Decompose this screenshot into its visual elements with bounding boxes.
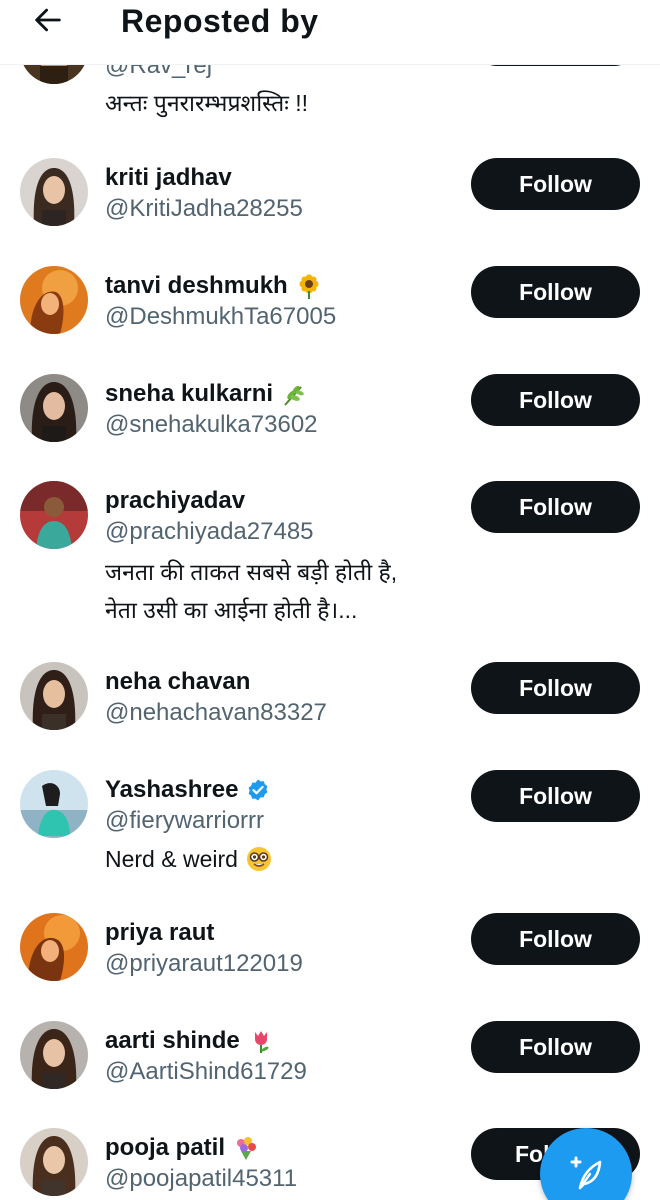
avatar bbox=[20, 770, 88, 838]
compose-feather-icon bbox=[570, 1156, 602, 1190]
user-display-name: Yashashree bbox=[105, 776, 270, 804]
user-bio: अन्तः पुनरारम्भप्रशस्तिः !! bbox=[105, 84, 485, 122]
follow-button[interactable]: Follow bbox=[471, 770, 640, 822]
follow-button[interactable]: Follow bbox=[471, 913, 640, 965]
user-bio: जनता की ताकत सबसे बड़ी होती है, नेता उसी… bbox=[105, 553, 485, 629]
follow-button[interactable]: Follow bbox=[471, 374, 640, 426]
follow-button[interactable]: Follow bbox=[471, 1021, 640, 1073]
avatar bbox=[20, 481, 88, 549]
bio-line: अन्तः पुनरारम्भप्रशस्तिः !! bbox=[105, 90, 309, 116]
avatar bbox=[20, 1021, 88, 1089]
user-handle: @nehachavan83327 bbox=[105, 699, 327, 726]
user-handle: @KritiJadha28255 bbox=[105, 195, 303, 222]
user-display-name: neha chavan bbox=[105, 668, 250, 696]
follow-button[interactable]: Follow bbox=[471, 481, 640, 533]
page-title: Reposted by bbox=[121, 3, 319, 39]
avatar bbox=[20, 158, 88, 226]
user-display-name: sneha kulkarni bbox=[105, 380, 307, 408]
follow-button[interactable]: Follow bbox=[471, 662, 640, 714]
user-bio: Nerd & weird bbox=[105, 840, 485, 878]
avatar bbox=[20, 913, 88, 981]
arrow-left-icon bbox=[35, 8, 61, 32]
verified-badge-icon bbox=[246, 778, 270, 802]
user-handle: @AartiShind61729 bbox=[105, 1058, 307, 1085]
user-name: pooja patil bbox=[105, 1134, 225, 1161]
avatar bbox=[20, 374, 88, 442]
user-display-name: aarti shinde bbox=[105, 1027, 274, 1055]
follow-button[interactable]: Follow bbox=[471, 266, 640, 318]
user-handle: @snehakulka73602 bbox=[105, 411, 318, 438]
user-name: aarti shinde bbox=[105, 1027, 240, 1054]
user-name: Yashashree bbox=[105, 776, 239, 803]
user-handle: @DeshmukhTa67005 bbox=[105, 303, 337, 330]
user-handle: @prachiyada27485 bbox=[105, 518, 314, 545]
tulip-icon bbox=[248, 1028, 274, 1054]
reposted-by-screen: Reposted by @Rav_rej अन्तः पुनरारम्भप्रश… bbox=[0, 0, 660, 1200]
user-name: kriti jadhav bbox=[105, 164, 232, 191]
user-name: tanvi deshmukh bbox=[105, 272, 288, 299]
user-display-name: prachiyadav bbox=[105, 487, 245, 515]
reposters-list: @Rav_rej अन्तः पुनरारम्भप्रशस्तिः !! kri… bbox=[0, 0, 660, 1200]
avatar bbox=[20, 662, 88, 730]
user-name: prachiyadav bbox=[105, 487, 246, 514]
user-display-name: priya raut bbox=[105, 919, 214, 947]
user-name: sneha kulkarni bbox=[105, 380, 274, 407]
header-divider bbox=[0, 64, 660, 65]
user-handle: @poojapatil45311 bbox=[105, 1165, 298, 1192]
user-display-name: kriti jadhav bbox=[105, 164, 232, 192]
user-name: neha chavan bbox=[105, 668, 251, 695]
user-display-name: tanvi deshmukh bbox=[105, 272, 322, 300]
bio-line: जनता की ताकत सबसे बड़ी होती है, bbox=[105, 559, 398, 585]
user-handle: @priyaraut122019 bbox=[105, 950, 303, 977]
user-name: priya raut bbox=[105, 919, 215, 946]
avatar bbox=[20, 266, 88, 334]
nerd-face-icon bbox=[246, 846, 272, 872]
user-display-name: pooja patil bbox=[105, 1134, 259, 1162]
bio-line: नेता उसी का आईना होती है।... bbox=[105, 597, 358, 623]
sunflower-icon bbox=[296, 273, 322, 299]
follow-button[interactable]: Follow bbox=[471, 158, 640, 210]
user-handle: @fierywarriorrr bbox=[105, 807, 265, 834]
top-app-bar: Reposted by bbox=[0, 0, 660, 64]
bouquet-icon bbox=[233, 1135, 259, 1161]
bio-line: Nerd & weird bbox=[105, 846, 238, 872]
herb-icon bbox=[281, 381, 307, 407]
avatar bbox=[20, 1128, 88, 1196]
back-button[interactable] bbox=[28, 0, 68, 40]
